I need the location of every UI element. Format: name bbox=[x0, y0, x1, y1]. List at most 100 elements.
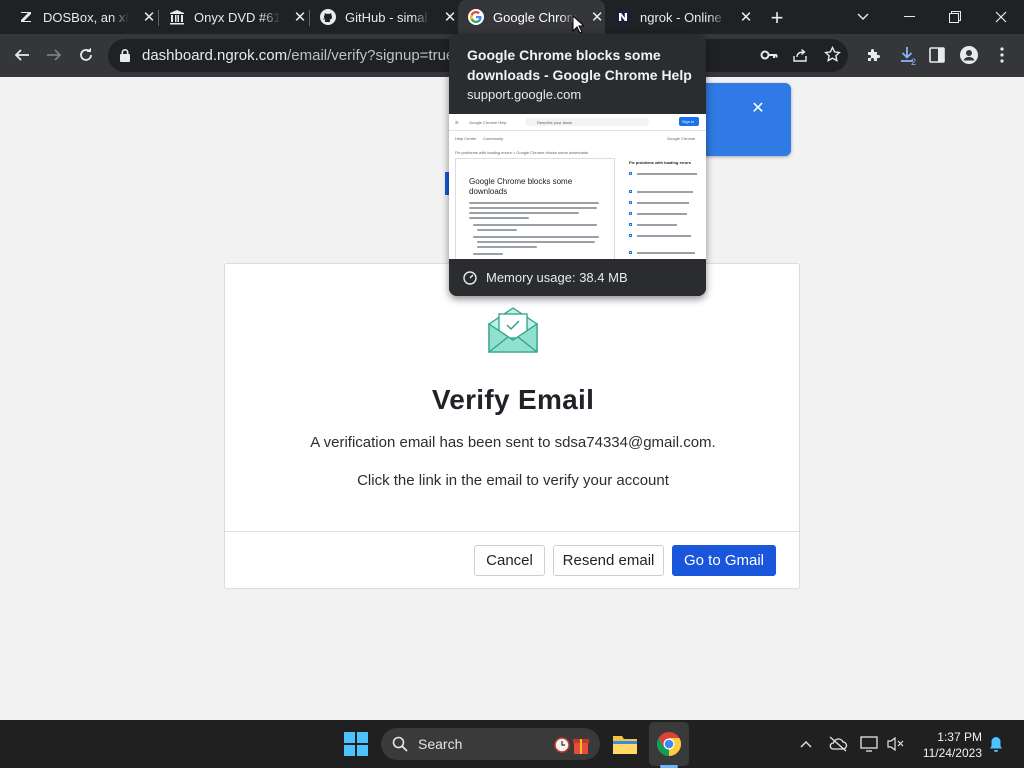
memory-gauge-icon bbox=[463, 270, 477, 285]
thumbnail-check bbox=[629, 251, 632, 254]
memory-usage: Memory usage: 38.4 MB bbox=[486, 270, 628, 285]
chrome-icon[interactable] bbox=[656, 731, 682, 757]
search-icon bbox=[392, 736, 408, 752]
google-g-icon bbox=[468, 9, 484, 25]
search-highlight-icon bbox=[554, 737, 589, 754]
thumbnail-check bbox=[629, 223, 632, 226]
cancel-button[interactable]: Cancel bbox=[474, 545, 545, 576]
cloud-offline-icon[interactable] bbox=[828, 735, 848, 753]
go-to-gmail-button[interactable]: Go to Gmail bbox=[672, 545, 776, 576]
verification-instruction: Click the link in the email to verify yo… bbox=[357, 472, 669, 489]
close-icon[interactable]: ✕ bbox=[589, 9, 605, 26]
close-window-button[interactable] bbox=[978, 0, 1024, 34]
tab-strip: DOSBox, an x86 ✕ Onyx DVD #61 ✕ GitHub -… bbox=[0, 0, 1024, 34]
reload-button[interactable] bbox=[71, 40, 101, 70]
tab-github[interactable]: GitHub - simal ✕ bbox=[310, 0, 458, 34]
volume-muted-icon[interactable] bbox=[886, 734, 906, 754]
thumbnail-menu-icon: ☰ bbox=[455, 120, 459, 125]
tab-title: ngrok - Online bbox=[640, 9, 722, 25]
close-icon[interactable]: ✕ bbox=[750, 100, 766, 117]
close-icon[interactable]: ✕ bbox=[442, 9, 458, 26]
thumbnail-sidebar-line bbox=[637, 173, 697, 175]
thumbnail-article-heading: Google Chrome blocks some downloads bbox=[469, 177, 573, 196]
verification-sent-text: A verification email has been sent to sd… bbox=[310, 434, 716, 451]
thumbnail-sidebar-line bbox=[637, 202, 689, 204]
notification-bell-icon[interactable] bbox=[988, 736, 1004, 752]
url-text[interactable]: dashboard.ngrok.com/email/verify?signup=… bbox=[142, 47, 454, 64]
zlibrary-z-icon bbox=[18, 9, 34, 25]
archive-building-icon bbox=[169, 9, 185, 25]
download-count: 2 bbox=[911, 57, 917, 67]
thumbnail-nav-help: Help Center bbox=[455, 136, 477, 141]
taskbar-search[interactable]: Search bbox=[381, 728, 600, 760]
thumbnail-text-line bbox=[469, 202, 599, 204]
thumbnail-search: Describe your issue bbox=[525, 118, 649, 126]
url-host: dashboard.ngrok.com bbox=[142, 47, 288, 64]
tab-search-chevron-icon[interactable] bbox=[840, 0, 886, 34]
thumbnail-text-line bbox=[469, 212, 579, 214]
close-icon[interactable]: ✕ bbox=[292, 9, 308, 26]
thumbnail-text-line bbox=[477, 246, 537, 248]
thumbnail-check bbox=[629, 172, 632, 175]
minimize-button[interactable] bbox=[886, 0, 932, 34]
thumbnail-sidebar-line bbox=[637, 213, 687, 215]
chevron-up-icon[interactable] bbox=[798, 736, 814, 752]
hover-card-footer: Memory usage: 38.4 MB bbox=[449, 259, 706, 296]
thumbnail-check bbox=[629, 234, 632, 237]
resend-email-button[interactable]: Resend email bbox=[553, 545, 664, 576]
tab-onyx[interactable]: Onyx DVD #61 ✕ bbox=[159, 0, 309, 34]
thumbnail-text-line bbox=[477, 229, 517, 231]
back-button[interactable] bbox=[7, 40, 37, 70]
lock-icon[interactable] bbox=[120, 49, 130, 67]
thumbnail-text-line bbox=[473, 236, 599, 238]
thumbnail-text-line bbox=[469, 217, 529, 219]
thumbnail-text-line bbox=[473, 224, 597, 226]
tab-ngrok[interactable]: ngrok - Online ✕ bbox=[605, 0, 755, 34]
side-panel-icon[interactable] bbox=[922, 40, 952, 70]
thumbnail-text-line bbox=[477, 241, 595, 243]
clock-date: 11/24/2023 bbox=[922, 746, 982, 760]
thumbnail-sidebar-line bbox=[637, 224, 677, 226]
thumbnail-breadcrumb: Fix problems with loading errors > Googl… bbox=[455, 150, 589, 155]
page-title: Verify Email bbox=[431, 384, 595, 415]
close-icon[interactable]: ✕ bbox=[738, 9, 754, 26]
bookmark-star-icon[interactable] bbox=[824, 45, 841, 68]
key-icon[interactable] bbox=[760, 47, 778, 68]
file-explorer-icon[interactable] bbox=[611, 729, 639, 759]
thumbnail-brand: Google Chrome Help bbox=[469, 120, 507, 125]
thumbnail-signin: Sign in bbox=[679, 117, 699, 126]
network-icon[interactable] bbox=[859, 734, 879, 754]
thumbnail-text-line bbox=[469, 207, 597, 209]
profile-avatar-icon[interactable] bbox=[954, 40, 984, 70]
thumbnail-check bbox=[629, 201, 632, 204]
extensions-puzzle-icon[interactable] bbox=[859, 40, 889, 70]
tab-hover-card: Google Chrome blocks some downloads - Go… bbox=[449, 34, 706, 296]
thumbnail-search-placeholder: Describe your issue bbox=[537, 120, 573, 125]
ngrok-n-icon bbox=[615, 9, 631, 25]
menu-kebab-icon[interactable] bbox=[987, 40, 1017, 70]
tab-dosbox[interactable]: DOSBox, an x86 ✕ bbox=[8, 0, 158, 34]
github-icon bbox=[320, 9, 336, 25]
tab-title: Onyx DVD #61 bbox=[194, 9, 280, 25]
page-thumbnail: ☰ Google Chrome Help Describe your issue… bbox=[449, 114, 706, 259]
thumbnail-sidebar-heading: Fix problems with loading errors bbox=[629, 160, 692, 165]
thumbnail-check bbox=[629, 190, 632, 193]
downloads-icon[interactable]: 2 bbox=[892, 40, 922, 70]
thumbnail-check bbox=[629, 212, 632, 215]
restore-button[interactable] bbox=[932, 0, 978, 34]
thumbnail-text-line bbox=[473, 253, 503, 255]
new-tab-button[interactable]: + bbox=[764, 5, 790, 31]
windows-start-icon[interactable] bbox=[344, 732, 368, 756]
url-path: /email/verify?signup=true bbox=[287, 47, 455, 64]
clock[interactable]: 1:37 PM 11/24/2023 bbox=[912, 729, 982, 761]
thumbnail-sidebar-line bbox=[637, 235, 691, 237]
mouse-cursor-icon bbox=[572, 15, 584, 34]
divider bbox=[225, 531, 799, 532]
close-icon[interactable]: ✕ bbox=[141, 9, 157, 26]
forward-button[interactable] bbox=[39, 40, 69, 70]
verify-email-card: Verify Email A verification email has be… bbox=[224, 263, 800, 589]
tab-title: DOSBox, an x86 bbox=[43, 9, 129, 25]
hover-card-domain: support.google.com bbox=[467, 87, 582, 102]
share-icon[interactable] bbox=[792, 47, 808, 68]
thumbnail-nav-right: Google Chrome bbox=[667, 136, 696, 141]
